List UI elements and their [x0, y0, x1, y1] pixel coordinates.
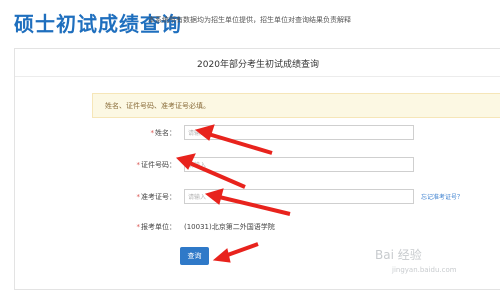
watermark-url: jingyan.baidu.com [392, 266, 457, 274]
arrow-id-number-icon [176, 153, 246, 189]
baidu-jingyan-watermark: Bai 经验 [375, 248, 422, 262]
arrow-name-icon [194, 124, 273, 155]
arrow-exam-number-icon [204, 188, 291, 216]
annotation-arrows [176, 124, 291, 263]
arrow-query-button-icon [212, 242, 259, 263]
